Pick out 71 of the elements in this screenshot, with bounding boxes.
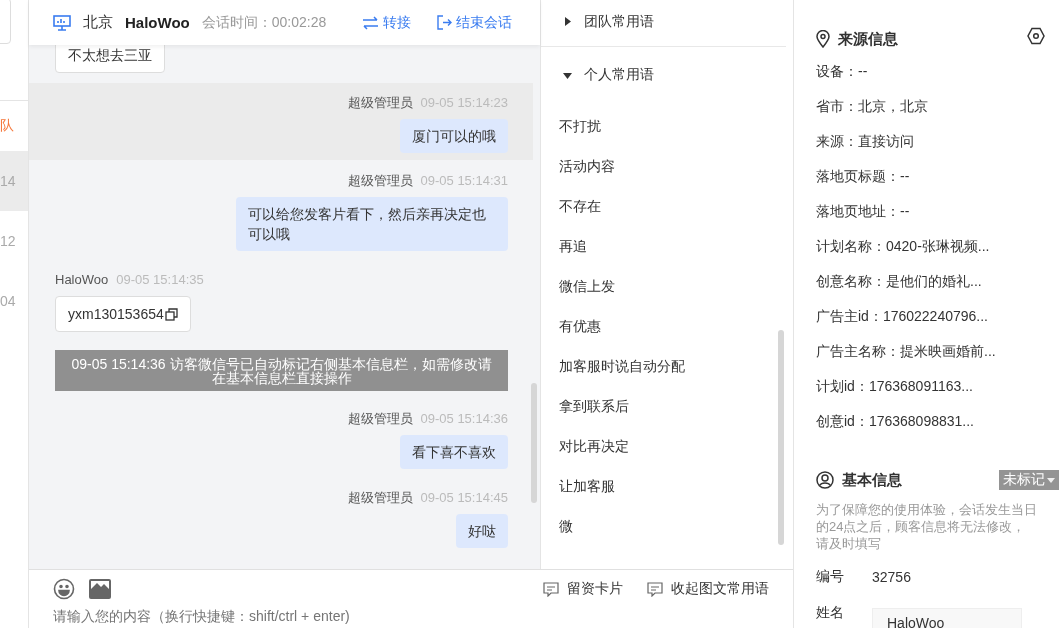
phrase-item[interactable]: 活动内容 xyxy=(541,147,792,187)
caret-icon xyxy=(1047,477,1055,483)
message-time: 09-05 15:14:31 xyxy=(420,173,508,189)
user-icon xyxy=(816,471,834,489)
info-row-text: 落地页地址：-- xyxy=(816,201,911,221)
phrase-item[interactable]: 不打扰 xyxy=(541,107,792,147)
transfer-button[interactable]: 转接 xyxy=(362,13,412,32)
message-bubble: 厦门可以的哦 xyxy=(400,119,508,153)
section-title: 来源信息 xyxy=(838,29,898,49)
sender-name: HaloWoo xyxy=(55,272,109,288)
message-bubble: 好哒 xyxy=(456,514,508,548)
visitor-name: HaloWoo xyxy=(125,14,190,31)
info-row-text: 计划名称：0420-张琳视频... xyxy=(816,236,991,256)
field-label: 姓名 xyxy=(816,604,845,622)
message-bubble: 可以给您发客片看下，然后亲再决定也可以哦 xyxy=(236,197,508,251)
settings-icon[interactable] xyxy=(1027,27,1045,45)
field-label: 编号 xyxy=(816,568,845,586)
info-row-text: 来源：直接访问 xyxy=(816,131,915,151)
phrase-item[interactable]: 让加客服 xyxy=(541,467,792,507)
caret-icon xyxy=(563,70,572,80)
swap-arrows-icon xyxy=(362,15,380,30)
location-pin-icon xyxy=(816,30,830,48)
phrase-item[interactable]: 微 xyxy=(541,507,792,547)
exit-icon xyxy=(437,15,453,30)
message-bubble: yxm130153654 xyxy=(55,296,191,332)
toolbar-button[interactable]: 留资卡片 xyxy=(543,580,623,599)
sender-name: 超级管理员 xyxy=(347,490,413,506)
info-row-text: 广告主id：176022240796... xyxy=(816,306,989,326)
info-row-text: 设备：-- xyxy=(816,61,869,81)
phrase-group[interactable]: 团队常用语 xyxy=(541,0,786,47)
phrase-item[interactable]: 不存在 xyxy=(541,187,792,227)
info-row-text: 计划id：176368091163... xyxy=(816,376,974,396)
sender-name: 超级管理员 xyxy=(347,411,413,427)
system-notice: 09-05 15:14:36 访客微信号已自动标记右侧基本信息栏，如需修改请在基本信息栏直接操作 xyxy=(55,350,508,391)
session-duration: 会话时间：00:02:28 xyxy=(201,13,327,32)
info-row-text: 创意名称：是他们的婚礼... xyxy=(816,271,983,291)
copy-icon[interactable] xyxy=(164,307,178,321)
notice-text: 为了保障您的使用体验，会话发生当日的24点之后，顾客信息将无法修改，请及时填写 xyxy=(816,501,1037,552)
phrase-item[interactable]: 有优惠 xyxy=(541,307,792,347)
field-value: 32756 xyxy=(872,569,911,585)
info-row-text: 广告主名称：提米映画婚前... xyxy=(816,341,997,361)
info-row-text: 省市：北京，北京 xyxy=(816,96,929,116)
message-bubble: 不太想去三亚 xyxy=(55,45,165,73)
phrase-item[interactable]: 加客服时说自动分配 xyxy=(541,347,792,387)
phrase-item[interactable]: 对比再决定 xyxy=(541,427,792,467)
info-row-text: 落地页标题：-- xyxy=(816,166,911,186)
visitor-location: 北京 xyxy=(83,13,113,32)
sender-name: 超级管理员 xyxy=(347,95,413,111)
phrase-item[interactable]: 拿到联系后 xyxy=(541,387,792,427)
phrase-item[interactable]: 微信上发 xyxy=(541,267,792,307)
caret-icon xyxy=(563,17,572,26)
message-bubble: 看下喜不喜欢 xyxy=(400,435,508,469)
sender-name: 超级管理员 xyxy=(347,173,413,189)
message-time: 09-05 15:14:36 xyxy=(420,411,508,427)
emoji-icon[interactable] xyxy=(53,578,75,601)
phrase-group[interactable]: 个人常用语 xyxy=(541,47,792,103)
toolbar-button[interactable]: 收起图文常用语 xyxy=(647,580,769,599)
chat-bubble-icon xyxy=(543,581,559,597)
message-time: 09-05 15:14:35 xyxy=(116,272,204,288)
chat-bubble-icon xyxy=(647,581,663,597)
end-session-button[interactable]: 结束会话 xyxy=(437,13,513,32)
phrase-item[interactable]: 再追 xyxy=(541,227,792,267)
scrollbar[interactable] xyxy=(531,383,537,504)
image-icon[interactable] xyxy=(89,579,111,600)
section-title: 基本信息 xyxy=(842,470,902,490)
name-field[interactable]: HaloWoo xyxy=(872,608,1022,628)
message-input[interactable]: 请输入您的内容（换行快捷键：shift/ctrl + enter) xyxy=(29,608,473,625)
monitor-icon xyxy=(53,14,71,31)
info-row-text: 创意id：176368098831... xyxy=(816,411,975,431)
message-time: 09-05 15:14:45 xyxy=(420,490,508,506)
scrollbar[interactable] xyxy=(778,330,784,545)
